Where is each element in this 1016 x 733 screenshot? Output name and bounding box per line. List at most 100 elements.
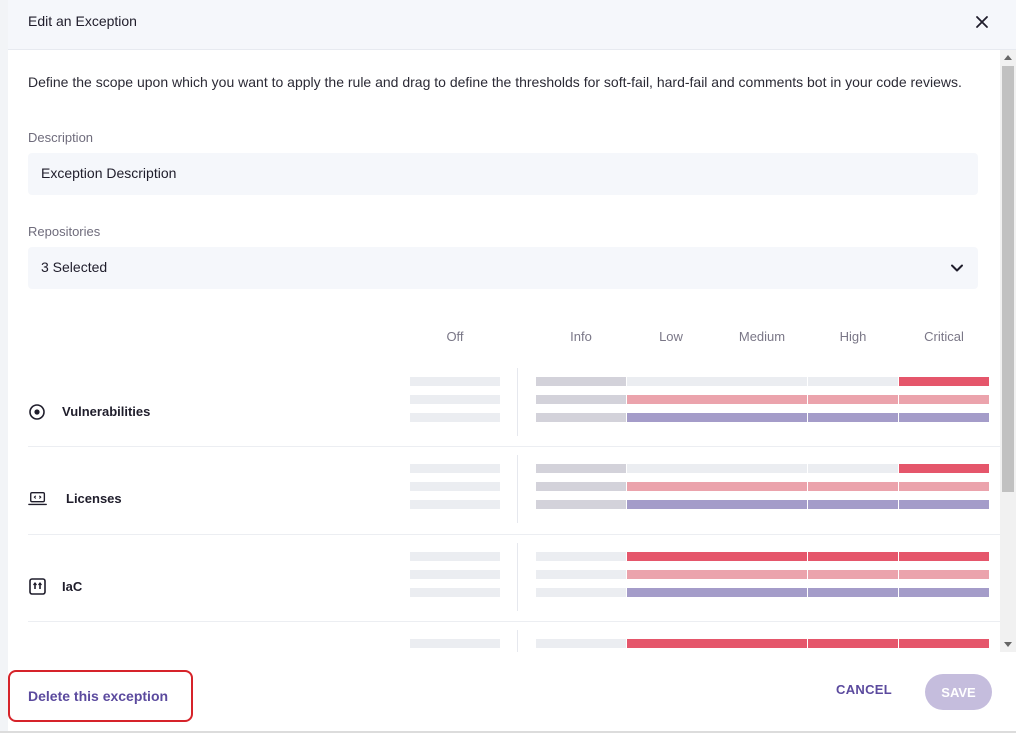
column-divider [517, 543, 518, 611]
delete-exception-button[interactable]: Delete this exception [8, 670, 193, 722]
threshold-bar-medium[interactable] [717, 639, 807, 648]
modal-title: Edit an Exception [28, 13, 137, 29]
threshold-bar-low[interactable] [627, 552, 717, 561]
threshold-bar-high[interactable] [808, 570, 898, 579]
target-icon [29, 404, 45, 420]
threshold-bar-off[interactable] [410, 482, 500, 491]
threshold-bar-low[interactable] [627, 413, 717, 422]
description-value: Exception Description [41, 165, 177, 181]
modal-body: Define the scope upon which you want to … [8, 50, 1016, 652]
threshold-bar-low[interactable] [627, 395, 717, 404]
threshold-bar-info[interactable] [536, 639, 626, 648]
threshold-bar-low[interactable] [627, 482, 717, 491]
threshold-bar-info[interactable] [536, 570, 626, 579]
threshold-bar-low[interactable] [627, 639, 717, 648]
intro-text: Define the scope upon which you want to … [28, 74, 962, 90]
threshold-bar-medium[interactable] [717, 395, 807, 404]
iac-icon [29, 578, 46, 595]
threshold-bar-high[interactable] [808, 552, 898, 561]
threshold-bar-off[interactable] [410, 413, 500, 422]
row-label-licenses: Licenses [66, 491, 122, 506]
threshold-bar-off[interactable] [410, 395, 500, 404]
threshold-bar-low[interactable] [627, 570, 717, 579]
threshold-bar-low[interactable] [627, 377, 717, 386]
modal-footer: Delete this exception CANCEL SAVE [8, 652, 1016, 733]
repositories-label: Repositories [28, 224, 101, 239]
chevron-down-icon [951, 264, 963, 272]
threshold-bar-medium[interactable] [717, 482, 807, 491]
scroll-thumb[interactable] [1002, 66, 1014, 492]
threshold-bar-critical[interactable] [899, 413, 989, 422]
threshold-bar-info[interactable] [536, 500, 626, 509]
threshold-bar-off[interactable] [410, 377, 500, 386]
threshold-bar-critical[interactable] [899, 464, 989, 473]
row-label-vulnerabilities: Vulnerabilities [62, 404, 151, 419]
threshold-bar-critical[interactable] [899, 500, 989, 509]
modal-header: Edit an Exception [8, 0, 1016, 50]
threshold-bar-high[interactable] [808, 639, 898, 648]
col-off: Off [446, 329, 464, 344]
threshold-bar-high[interactable] [808, 464, 898, 473]
description-label: Description [28, 130, 94, 145]
threshold-bar-critical[interactable] [899, 570, 989, 579]
threshold-bar-high[interactable] [808, 500, 898, 509]
col-medium: Medium [738, 329, 786, 344]
save-button[interactable]: SAVE [925, 674, 992, 710]
row-divider [28, 621, 1000, 622]
repositories-value: 3 Selected [41, 259, 108, 275]
threshold-bar-off[interactable] [410, 464, 500, 473]
threshold-bar-critical[interactable] [899, 639, 989, 648]
threshold-bar-off[interactable] [410, 500, 500, 509]
threshold-bar-info[interactable] [536, 395, 626, 404]
threshold-bar-low[interactable] [627, 464, 717, 473]
threshold-bar-medium[interactable] [717, 588, 807, 597]
col-low: Low [659, 329, 683, 344]
threshold-bar-info[interactable] [536, 413, 626, 422]
threshold-bar-low[interactable] [627, 588, 717, 597]
threshold-bar-critical[interactable] [899, 395, 989, 404]
threshold-bar-medium[interactable] [717, 377, 807, 386]
threshold-bar-high[interactable] [808, 588, 898, 597]
threshold-bar-info[interactable] [536, 588, 626, 597]
threshold-bar-critical[interactable] [899, 552, 989, 561]
close-icon[interactable] [970, 10, 994, 34]
threshold-bar-low[interactable] [627, 500, 717, 509]
threshold-bar-info[interactable] [536, 464, 626, 473]
threshold-bar-off[interactable] [410, 552, 500, 561]
threshold-bar-medium[interactable] [717, 413, 807, 422]
threshold-bar-medium[interactable] [717, 570, 807, 579]
threshold-bar-medium[interactable] [717, 500, 807, 509]
row-label-iac: IaC [62, 579, 83, 594]
laptop-code-icon [28, 491, 47, 506]
column-divider [517, 630, 518, 652]
edit-exception-modal: Edit an Exception Define the scope upon … [0, 0, 1016, 733]
description-input[interactable]: Exception Description [28, 153, 978, 195]
cancel-button[interactable]: CANCEL [836, 682, 892, 697]
threshold-bar-off[interactable] [410, 588, 500, 597]
col-critical: Critical [924, 329, 964, 344]
repositories-select[interactable]: 3 Selected [28, 247, 978, 289]
threshold-bar-critical[interactable] [899, 377, 989, 386]
threshold-bar-high[interactable] [808, 395, 898, 404]
scroll-down-icon[interactable] [1004, 642, 1012, 647]
threshold-bar-medium[interactable] [717, 552, 807, 561]
col-info: Info [570, 329, 592, 344]
threshold-bar-high[interactable] [808, 377, 898, 386]
column-divider [517, 455, 518, 523]
threshold-bar-critical[interactable] [899, 482, 989, 491]
threshold-bar-medium[interactable] [717, 464, 807, 473]
row-iac: IaC [28, 535, 978, 623]
scrollbar[interactable] [1000, 50, 1016, 652]
threshold-bar-critical[interactable] [899, 588, 989, 597]
threshold-bar-high[interactable] [808, 482, 898, 491]
col-high: High [839, 329, 867, 344]
row-vulnerabilities: Vulnerabilities [28, 360, 978, 448]
threshold-bar-off[interactable] [410, 570, 500, 579]
threshold-bar-info[interactable] [536, 552, 626, 561]
scroll-up-icon[interactable] [1004, 55, 1012, 60]
threshold-bar-high[interactable] [808, 413, 898, 422]
threshold-bar-info[interactable] [536, 377, 626, 386]
column-divider [517, 368, 518, 436]
threshold-bar-info[interactable] [536, 482, 626, 491]
threshold-bar-off[interactable] [410, 639, 500, 648]
